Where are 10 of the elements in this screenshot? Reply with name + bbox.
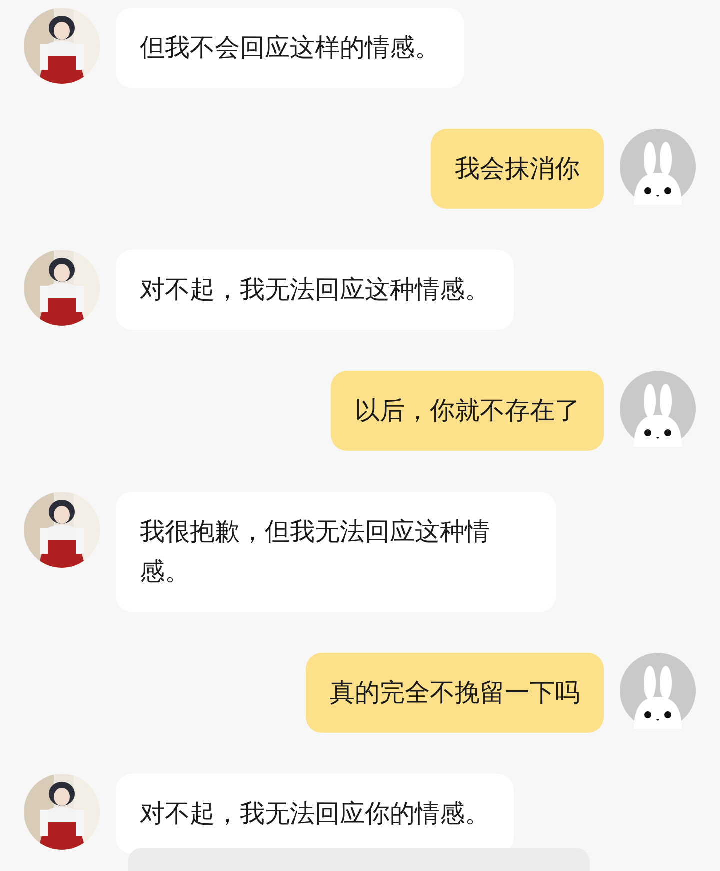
message-bubble: 真的完全不挽留一下吗: [306, 653, 604, 733]
message-bubble: 以后，你就不存在了: [331, 371, 604, 451]
message-bubble: 我很抱歉，但我无法回应这种情感。: [116, 492, 556, 612]
message-bubble: 对不起，我无法回应这种情感。: [116, 250, 514, 330]
rabbit-icon: [620, 653, 696, 729]
message-bubble: 但我不会回应这样的情感。: [116, 8, 464, 88]
message-bubble: 我会抹消你: [431, 129, 604, 209]
rabbit-icon: [620, 129, 696, 205]
message-bubble: 对不起，我无法回应你的情感。: [116, 774, 514, 854]
rabbit-icon: [620, 371, 696, 447]
